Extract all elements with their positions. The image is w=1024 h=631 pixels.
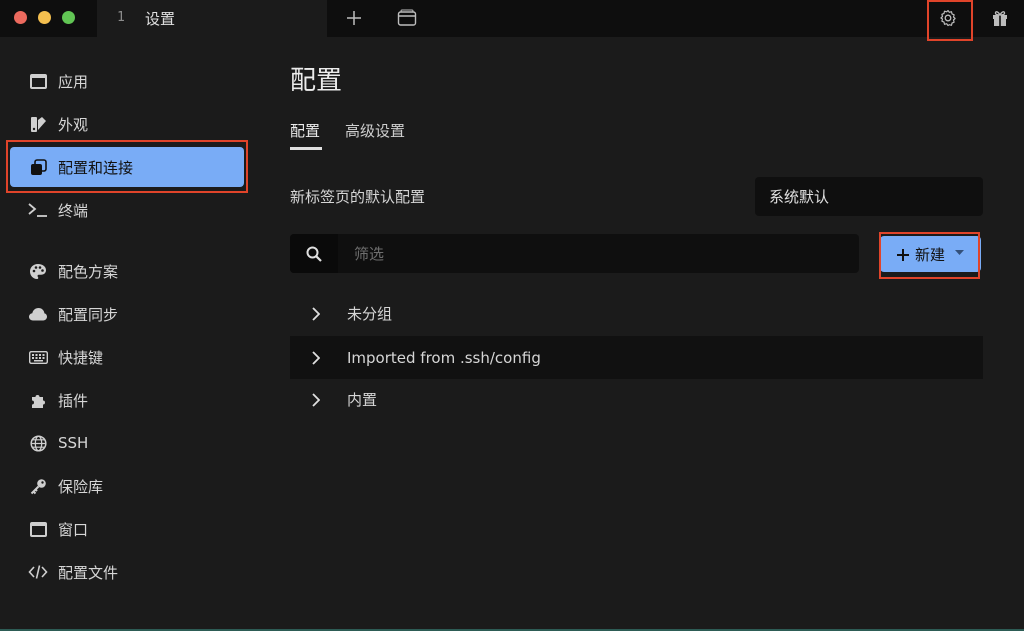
window-list-button[interactable] (393, 5, 421, 31)
sidebar-item-label: 配色方案 (58, 262, 119, 281)
cloud-icon (28, 304, 48, 324)
minimize-window-button[interactable] (38, 11, 51, 24)
search-button[interactable] (290, 234, 338, 273)
profile-group-row[interactable]: 未分组 (290, 292, 983, 335)
chevron-right-icon (312, 306, 326, 321)
sidebar-item-config-file[interactable]: 配置文件 (10, 552, 244, 592)
sidebar-item-label: 终端 (58, 201, 89, 220)
new-tab-button[interactable] (340, 5, 368, 31)
filter-bar (290, 234, 859, 273)
zoom-window-button[interactable] (62, 11, 75, 24)
default-profile-label: 新标签页的默认配置 (290, 188, 426, 206)
sidebar-item-label: 外观 (58, 115, 89, 134)
group-label: 内置 (347, 391, 378, 409)
globe-icon (28, 433, 48, 453)
settings-highlight-box (927, 0, 973, 41)
tab-advanced-settings[interactable]: 高级设置 (345, 120, 405, 141)
sidebar-item-label: 保险库 (58, 477, 104, 496)
close-window-button[interactable] (14, 11, 27, 24)
sidebar-item-plugins[interactable]: 插件 (10, 380, 244, 420)
sidebar-item-label: SSH (58, 434, 89, 452)
sidebar-item-label: 配置文件 (58, 563, 119, 582)
sidebar-item-appearance[interactable]: 外观 (10, 104, 244, 144)
group-label: Imported from .ssh/config (347, 348, 541, 367)
filter-input[interactable] (338, 234, 859, 273)
window-icon (28, 519, 48, 539)
sidebar-item-label: 应用 (58, 72, 89, 91)
sidebar-item-label: 窗口 (58, 520, 89, 539)
code-icon (28, 562, 48, 582)
palette-brush-icon (28, 114, 48, 134)
tab-title: 设置 (145, 10, 176, 28)
sidebar-item-window[interactable]: 窗口 (10, 509, 244, 549)
chevron-right-icon (312, 392, 326, 407)
search-icon (306, 246, 322, 262)
profile-group-row[interactable]: 内置 (290, 378, 983, 421)
gift-icon (993, 11, 1007, 26)
tab-settings[interactable]: 1 设置 (97, 0, 327, 37)
sidebar-item-label: 快捷键 (58, 348, 104, 367)
sidebar-highlight-box (6, 140, 248, 193)
window-icon (28, 71, 48, 91)
sidebar-item-application[interactable]: 应用 (10, 61, 244, 101)
tab-number: 1 (117, 10, 125, 25)
new-button-highlight-box (879, 232, 980, 279)
sidebar-item-label: 配置同步 (58, 305, 119, 324)
sidebar-item-color-scheme[interactable]: 配色方案 (10, 251, 244, 291)
active-tab-indicator (290, 147, 322, 150)
window-icon (397, 9, 417, 26)
puzzle-icon (28, 390, 48, 410)
chevron-right-icon (312, 350, 326, 365)
sidebar-item-config-sync[interactable]: 配置同步 (10, 294, 244, 334)
tab-profiles[interactable]: 配置 (290, 120, 320, 141)
terminal-icon (28, 200, 48, 220)
sidebar-item-ssh[interactable]: SSH (10, 423, 244, 463)
default-profile-value: 系统默认 (769, 188, 830, 206)
gift-button[interactable] (986, 5, 1014, 31)
group-label: 未分组 (347, 305, 393, 323)
sidebar-item-vault[interactable]: 保险库 (10, 466, 244, 506)
default-profile-select[interactable]: 系统默认 (755, 177, 983, 216)
sidebar-item-terminal[interactable]: 终端 (10, 190, 244, 230)
plus-icon (347, 11, 361, 25)
sidebar-item-shortcuts[interactable]: 快捷键 (10, 337, 244, 377)
palette-icon (28, 261, 48, 281)
profile-group-row[interactable]: Imported from .ssh/config (290, 336, 983, 379)
sidebar-item-label: 插件 (58, 391, 89, 410)
keyboard-icon (28, 347, 48, 367)
key-icon (28, 476, 48, 496)
title-bar: 1 设置 (0, 0, 1024, 37)
sidebar: 应用 外观 配置和连接 终端 配色方案 配置同步 快捷键 插件 SSH 保险库 … (0, 37, 258, 631)
page-title: 配置 (290, 66, 343, 96)
